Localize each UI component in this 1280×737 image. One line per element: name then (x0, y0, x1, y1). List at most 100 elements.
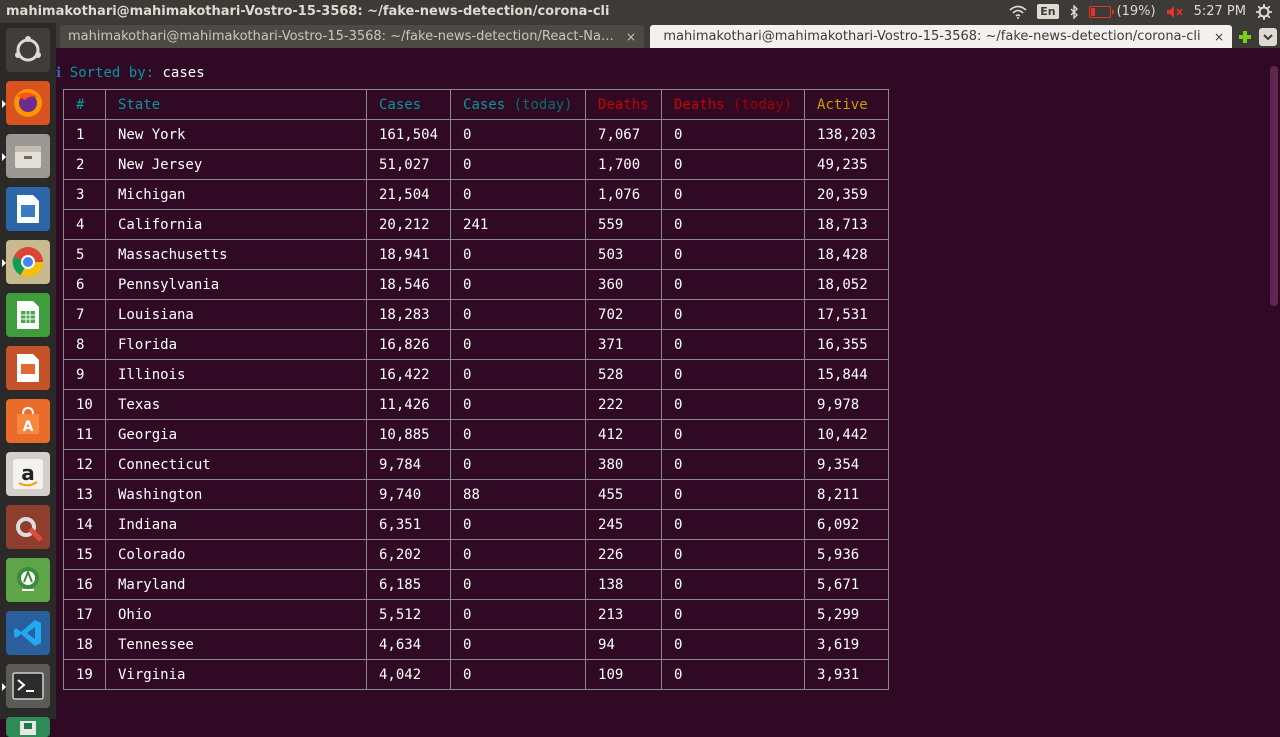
cell-deaths-today: 0 (661, 149, 806, 180)
cell-active: 3,931 (804, 659, 890, 690)
cell-deaths-today: 0 (661, 599, 806, 630)
cell-cases-today: 0 (450, 269, 587, 300)
cell-state: California (105, 209, 367, 240)
unity-launcher: A a (0, 23, 56, 737)
new-tab-plus-icon[interactable] (1235, 25, 1255, 48)
table-row: 1 New York 161,504 0 7,067 0 138,203 (63, 119, 890, 150)
table-row: 12 Connecticut 9,784 0 380 0 9,354 (63, 449, 890, 480)
battery-indicator[interactable]: (19%) (1088, 4, 1156, 19)
table-row: 7 Louisiana 18,283 0 702 0 17,531 (63, 299, 890, 330)
table-row: 14 Indiana 6,351 0 245 0 6,092 (63, 509, 890, 540)
cell-deaths-today: 0 (661, 119, 806, 150)
table-row: 2 New Jersey 51,027 0 1,700 0 49,235 (63, 149, 890, 180)
cell-cases: 21,504 (365, 179, 452, 210)
keyboard-language-indicator[interactable]: En (1037, 4, 1059, 19)
calc-icon[interactable] (6, 293, 50, 337)
cell-active: 5,936 (804, 539, 890, 570)
cell-deaths-today: 0 (661, 209, 806, 240)
close-icon[interactable]: × (1214, 30, 1224, 44)
table-body: 1 New York 161,504 0 7,067 0 138,203 2 New Jerse… (63, 119, 890, 690)
top-panel: mahimakothari@mahimakothari-Vostro-15-35… (0, 0, 1280, 23)
battery-percent: (19%) (1116, 4, 1156, 19)
wifi-icon[interactable] (1009, 5, 1027, 19)
terminal-scrollbar[interactable] (1266, 48, 1280, 719)
sorted-by-line: ℹ Sorted by: cases (56, 64, 205, 82)
usb-creator-icon[interactable] (6, 717, 50, 737)
table-row: 19 Virginia 4,042 0 109 0 3,931 (63, 659, 890, 690)
scrollbar-thumb[interactable] (1270, 66, 1278, 306)
volume-muted-icon[interactable] (1166, 5, 1184, 19)
cell-cases: 10,885 (365, 419, 452, 450)
col-header-deaths-today-main: Deaths (674, 96, 725, 113)
terminal-icon[interactable] (2, 664, 50, 708)
table-row: 5 Massachusetts 18,941 0 503 0 18,428 (63, 239, 890, 270)
table-row: 6 Pennsylvania 18,546 0 360 0 18,052 (63, 269, 890, 300)
cell-state: Texas (105, 389, 367, 420)
writer-icon[interactable] (6, 187, 50, 231)
cell-rank: 14 (63, 509, 106, 540)
cell-cases: 18,283 (365, 299, 452, 330)
amazon-icon[interactable]: a (6, 452, 50, 496)
cell-rank: 4 (63, 209, 106, 240)
ubuntu-dash-icon[interactable] (6, 28, 50, 72)
cell-cases-today: 241 (450, 209, 587, 240)
cell-deaths-today: 0 (661, 299, 806, 330)
cell-cases-today: 0 (450, 149, 587, 180)
cell-cases-today: 0 (450, 629, 587, 660)
cell-active: 17,531 (804, 299, 890, 330)
impress-icon[interactable] (6, 346, 50, 390)
cell-deaths: 528 (585, 359, 663, 390)
android-studio-icon[interactable] (6, 558, 50, 602)
cell-active: 5,671 (804, 569, 890, 600)
cell-deaths: 559 (585, 209, 663, 240)
cell-deaths: 222 (585, 389, 663, 420)
cell-deaths: 412 (585, 419, 663, 450)
terminal-output[interactable]: ℹ Sorted by: cases # State Cases Cases (… (56, 48, 1266, 719)
cell-deaths-today: 0 (661, 629, 806, 660)
vscode-icon[interactable] (6, 611, 50, 655)
indicator-area: En (19%) 5:27 PM (1009, 0, 1272, 23)
cell-deaths: 455 (585, 479, 663, 510)
cell-cases: 5,512 (365, 599, 452, 630)
firefox-icon[interactable] (2, 81, 50, 125)
cell-state: Colorado (105, 539, 367, 570)
cell-active: 6,092 (804, 509, 890, 540)
corona-cases-table: # State Cases Cases (today) Deaths Death… (63, 89, 890, 690)
cell-state: Virginia (105, 659, 367, 690)
cell-state: Washington (105, 479, 367, 510)
cell-active: 49,235 (804, 149, 890, 180)
cell-active: 3,619 (804, 629, 890, 660)
cell-cases-today: 0 (450, 299, 587, 330)
tab-react-native[interactable]: mahimakothari@mahimakothari-Vostro-15-35… (60, 25, 644, 48)
cell-deaths-today: 0 (661, 359, 806, 390)
cell-cases: 4,634 (365, 629, 452, 660)
cell-deaths: 702 (585, 299, 663, 330)
cell-state: Maryland (105, 569, 367, 600)
cell-rank: 6 (63, 269, 106, 300)
cell-cases: 16,826 (365, 329, 452, 360)
cell-active: 5,299 (804, 599, 890, 630)
terminal-tab-bar: mahimakothari@mahimakothari-Vostro-15-35… (56, 23, 1280, 48)
tab-corona-cli[interactable]: mahimakothari@mahimakothari-Vostro-15-35… (650, 25, 1232, 48)
tab-menu-chevron-down-icon[interactable] (1259, 28, 1277, 46)
system-settings-icon[interactable] (6, 505, 50, 549)
cell-cases-today: 0 (450, 389, 587, 420)
software-center-icon[interactable]: A (6, 399, 50, 443)
table-row: 11 Georgia 10,885 0 412 0 10,442 (63, 419, 890, 450)
tab-label: mahimakothari@mahimakothari-Vostro-15-35… (68, 29, 618, 44)
cell-rank: 11 (63, 419, 106, 450)
col-header-cases-today-sub: (today) (513, 96, 573, 113)
cell-deaths: 1,076 (585, 179, 663, 210)
chrome-icon[interactable] (2, 240, 50, 284)
cell-cases: 161,504 (365, 119, 452, 150)
col-header-cases-today-main: Cases (463, 96, 506, 113)
bluetooth-icon[interactable] (1069, 4, 1079, 19)
files-icon[interactable] (2, 134, 50, 178)
cell-active: 9,978 (804, 389, 890, 420)
clock[interactable]: 5:27 PM (1194, 4, 1246, 19)
cell-cases: 18,941 (365, 239, 452, 270)
close-icon[interactable]: × (626, 30, 636, 44)
power-gear-icon[interactable] (1256, 3, 1272, 20)
cell-cases-today: 0 (450, 569, 587, 600)
table-row: 16 Maryland 6,185 0 138 0 5,671 (63, 569, 890, 600)
